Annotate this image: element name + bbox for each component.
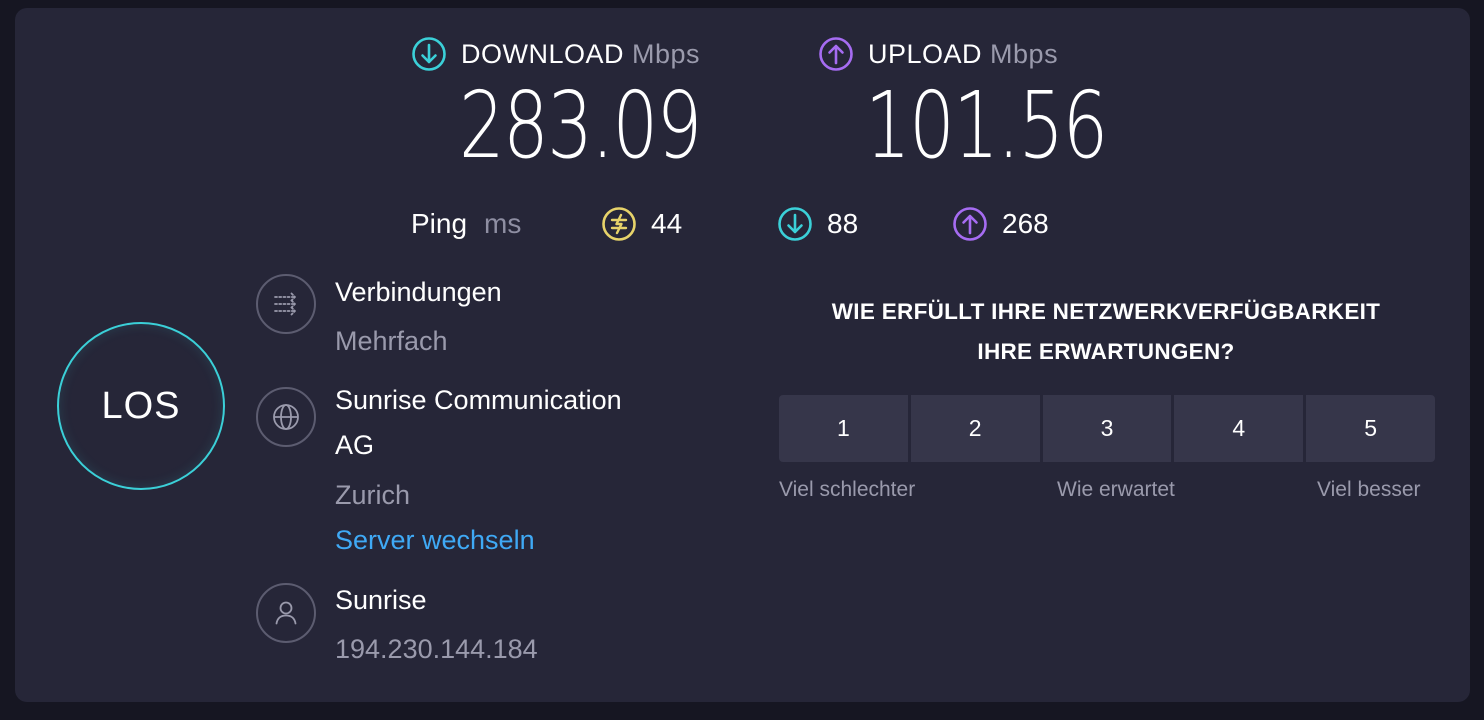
survey-question: WIE ERFÜLLT IHRE NETZWERKVERFÜGBARKEIT I… [778,292,1434,372]
rating-label-high: Viel besser [1317,478,1421,501]
rating-button-1[interactable]: 1 [779,395,908,462]
download-header: DOWNLOAD Mbps [411,36,700,72]
ping-label: Ping [411,208,468,239]
ping-row: Ping ms [411,208,521,240]
ping-download: 88 [777,206,858,242]
survey-question-line2: IHRE ERWARTUNGEN? [977,339,1235,364]
globe-icon [256,387,316,447]
rating-button-2[interactable]: 2 [910,395,1040,462]
upload-header: UPLOAD Mbps [818,36,1058,72]
ping-upload: 268 [952,206,1049,242]
jitter-icon [602,207,636,241]
arrow-up-circle-icon [819,37,853,71]
ping-unit: ms [484,208,522,239]
user-icon [256,583,316,643]
connections-value: Mehrfach [335,326,448,356]
server-location: Zurich [335,480,411,510]
arrow-down-circle-icon [412,37,446,71]
connections-title: Verbindungen [335,277,502,307]
ping-idle: 44 [601,206,682,242]
server-name-line1: Sunrise Communication [335,385,622,415]
ping-download-value: 88 [827,208,859,239]
arrow-down-circle-icon [778,207,812,241]
survey-question-line1: WIE ERFÜLLT IHRE NETZWERKVERFÜGBARKEIT [831,299,1381,324]
server-name-line2: AG [335,430,375,460]
rating-scale: 1 2 3 4 5 [779,395,1435,462]
start-test-label: LOS [101,384,181,427]
rating-label-low: Viel schlechter [779,478,916,501]
ping-idle-value: 44 [651,208,683,239]
upload-value: 101.56 [865,72,1108,179]
rating-button-4[interactable]: 4 [1174,395,1304,462]
download-label: DOWNLOAD [461,38,625,69]
rating-label-mid: Wie erwartet [1057,478,1175,501]
download-value: 283.09 [459,72,702,179]
change-server-link[interactable]: Server wechseln [335,525,535,556]
upload-label: UPLOAD [868,38,983,69]
provider-ip: 194.230.144.184 [335,634,538,664]
results-panel: DOWNLOAD Mbps 283.09 UPLOAD Mbps 101.56 … [15,8,1470,702]
ping-upload-value: 268 [1002,208,1049,239]
connections-icon [256,274,316,334]
provider-name: Sunrise [335,585,427,615]
rating-button-5[interactable]: 5 [1306,395,1435,462]
rating-button-3[interactable]: 3 [1042,395,1172,462]
download-unit: Mbps [632,38,701,69]
upload-unit: Mbps [990,38,1059,69]
start-test-button[interactable]: LOS [57,322,225,490]
arrow-up-circle-icon [953,207,987,241]
